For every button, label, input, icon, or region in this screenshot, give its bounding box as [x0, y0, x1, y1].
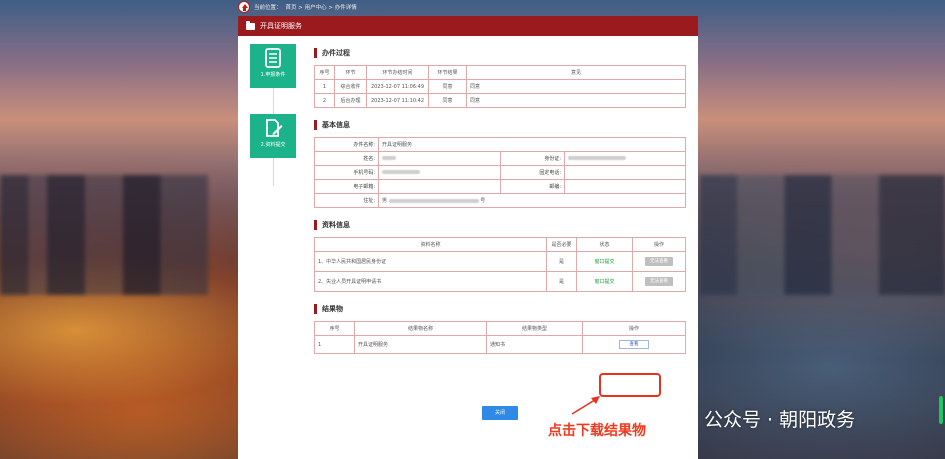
watermark: 公众号 · 朝阳政务 — [676, 405, 855, 432]
arrow-icon — [571, 396, 600, 415]
annotation-text: 点击下载结果物 — [548, 423, 646, 439]
watermark-text: 公众号 · 朝阳政务 — [704, 409, 856, 431]
wechat-icon — [676, 407, 698, 430]
scrollbar[interactable] — [939, 396, 943, 424]
